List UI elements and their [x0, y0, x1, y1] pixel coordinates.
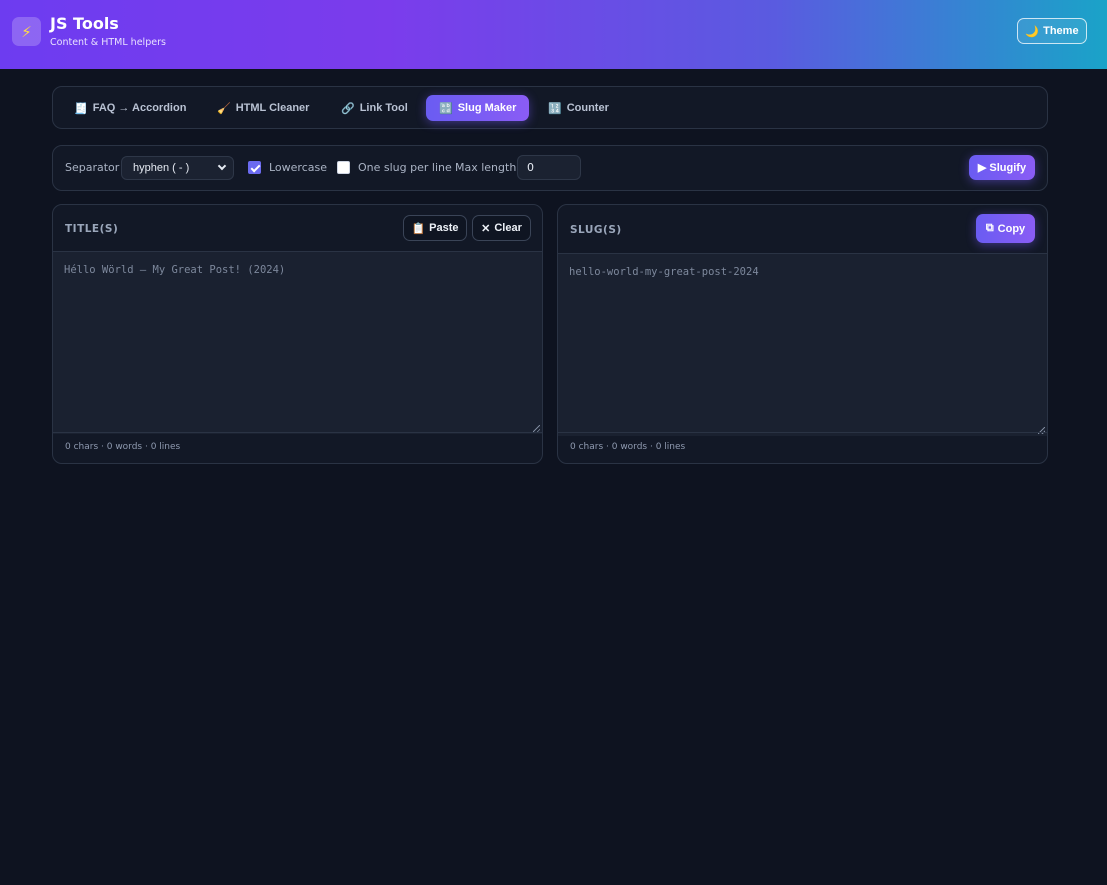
separator-select[interactable]: hyphen ( - ) [121, 156, 234, 180]
titles-stats: 0 chars · 0 words · 0 lines [65, 442, 181, 452]
slugs-panel: SLUG(S) ⧉ Copy hello-world-my-great-post… [557, 204, 1048, 464]
titles-panel-header: TITLE(S) 📋 Paste ✕ Clear [53, 205, 542, 252]
lowercase-label[interactable]: Lowercase [269, 161, 327, 174]
copy-button-label: Copy [997, 222, 1026, 235]
chevron-down-icon [217, 161, 227, 171]
tab-label: Slug Maker [457, 102, 517, 114]
paste-button-label: Paste [429, 222, 459, 234]
tab-label: HTML Cleaner [235, 102, 310, 114]
clipboard-icon: 📋 [411, 222, 426, 235]
paste-button[interactable]: 📋 Paste [403, 215, 467, 241]
slugs-placeholder: hello-world-my-great-post-2024 [569, 266, 759, 278]
tab-faq-accordion[interactable]: 🧾 FAQ → Accordion [61, 95, 199, 121]
close-icon: ✕ [481, 222, 491, 235]
broom-icon: 🧹 [217, 102, 231, 115]
copy-icon: ⧉ [985, 222, 994, 234]
separator-label: Separator [65, 161, 120, 174]
slugify-button-label: Slugify [989, 161, 1027, 174]
lightning-logo-icon: ⚡ [12, 17, 41, 46]
slugs-textarea[interactable]: hello-world-my-great-post-2024 [558, 254, 1047, 436]
moon-icon: 🌙 [1025, 25, 1040, 38]
titles-panel-footer: 0 chars · 0 words · 0 lines [53, 432, 542, 463]
tab-slug-maker[interactable]: 🔡 Slug Maker [426, 95, 530, 121]
tab-counter[interactable]: 🔢 Counter [535, 95, 622, 121]
link-icon: 🔗 [341, 102, 355, 115]
play-icon: ▶ [977, 162, 987, 174]
max-length-input[interactable]: 0 [517, 155, 581, 180]
resize-handle-icon[interactable] [533, 425, 540, 432]
clear-button[interactable]: ✕ Clear [472, 215, 531, 241]
one-slug-per-line-checkbox[interactable] [337, 161, 350, 174]
titles-panel-title: TITLE(S) [65, 223, 119, 235]
theme-button-label: Theme [1043, 25, 1079, 37]
tab-html-cleaner[interactable]: 🧹 HTML Cleaner [204, 95, 322, 121]
separator-value: hyphen ( - ) [133, 162, 190, 174]
clear-button-label: Clear [494, 222, 522, 234]
letters-icon: 🔡 [439, 102, 453, 115]
titles-placeholder: Héllo Wörld — My Great Post! (2024) [64, 264, 286, 276]
one-slug-per-line-label[interactable]: One slug per line [358, 161, 452, 174]
app-header: ⚡ JS Tools Content & HTML helpers 🌙 Them… [0, 0, 1107, 69]
max-length-label: Max length [455, 161, 517, 174]
app-title: JS Tools [50, 14, 119, 33]
slugify-button[interactable]: ▶ Slugify [969, 155, 1035, 180]
slugs-stats: 0 chars · 0 words · 0 lines [570, 442, 686, 452]
tab-link-tool[interactable]: 🔗 Link Tool [328, 95, 421, 121]
receipt-icon: 🧾 [74, 102, 88, 115]
slugs-panel-header: SLUG(S) ⧉ Copy [558, 205, 1047, 254]
max-length-value: 0 [527, 161, 534, 174]
copy-button[interactable]: ⧉ Copy [976, 214, 1035, 243]
tab-label: Link Tool [359, 102, 408, 114]
titles-textarea[interactable]: Héllo Wörld — My Great Post! (2024) [53, 252, 542, 434]
tab-label: Counter [566, 102, 609, 114]
lowercase-checkbox[interactable] [248, 161, 261, 174]
slugs-panel-footer: 0 chars · 0 words · 0 lines [558, 432, 1047, 463]
theme-button[interactable]: 🌙 Theme [1017, 18, 1087, 44]
lightning-icon: ⚡ [21, 22, 32, 41]
tab-label: FAQ → Accordion [92, 102, 187, 114]
app-subtitle: Content & HTML helpers [50, 37, 166, 48]
tool-tabs: 🧾 FAQ → Accordion 🧹 HTML Cleaner 🔗 Link … [52, 86, 1048, 129]
titles-panel: TITLE(S) 📋 Paste ✕ Clear Héllo Wörld — M… [52, 204, 543, 464]
slugs-panel-title: SLUG(S) [570, 224, 622, 236]
numbers-icon: 🔢 [548, 102, 562, 115]
slug-options-bar: Separator hyphen ( - ) Lowercase One slu… [52, 145, 1048, 191]
